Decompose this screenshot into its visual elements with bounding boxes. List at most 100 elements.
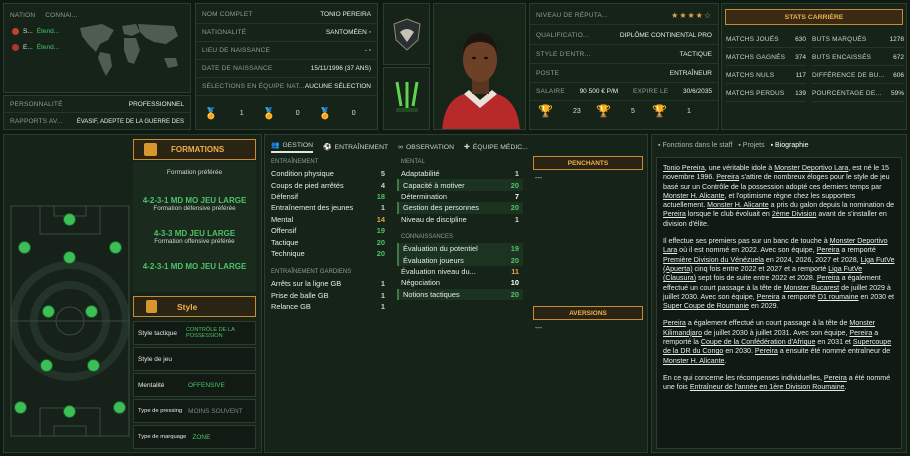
attribute-name: Offensif <box>271 226 297 236</box>
salary-label: SALAIRE <box>536 88 565 95</box>
formation-item[interactable]: 4-2-3-1 MD MO JEU LARGE <box>133 262 256 271</box>
formation-item[interactable]: 4-2-3-1 MD MO JEU LARGE Formation défens… <box>133 196 256 212</box>
attribute-row[interactable]: Mental 14 <box>267 214 389 225</box>
nation-name: S... <box>23 28 33 35</box>
training-icon: ⚽ <box>323 144 332 151</box>
attribute-name: Arrêts sur la ligne GB <box>271 279 342 289</box>
tab-biography[interactable]: ▪ Biographie <box>771 142 809 149</box>
tab-projects[interactable]: ▪ Projets <box>738 142 764 149</box>
style-row[interactable]: Mentalité OFFENSIVE <box>133 373 256 397</box>
formations-list: Formation préférée 4-2-3-1 MD MO JEU LAR… <box>133 162 256 292</box>
attribute-row[interactable]: Détermination 7 <box>397 191 523 202</box>
attribute-row[interactable]: Coups de pied arrêtés 4 <box>267 179 389 190</box>
attribute-row[interactable]: Évaluation du potentiel 19 <box>397 242 523 255</box>
attribute-row[interactable]: Évaluation joueurs 20 <box>397 254 523 266</box>
career-stat-row: DIFFÉRENCE DE BU... 606 <box>812 68 904 84</box>
gold-medal-icon: 🏅 <box>204 108 218 120</box>
player-position-marker[interactable] <box>40 359 53 372</box>
tab-staff-roles[interactable]: ▪ Fonctions dans le staff <box>658 142 732 149</box>
style-header[interactable]: Style <box>133 296 256 317</box>
attribute-row[interactable]: Arrêts sur la ligne GB 1 <box>267 278 389 289</box>
formation-description: Formation offensive préférée <box>154 238 235 245</box>
attribute-row[interactable]: Adaptabilité 1 <box>397 168 523 179</box>
tab-label: GESTION <box>282 141 314 149</box>
attribute-name: Notions tactiques <box>403 289 460 299</box>
attribute-row[interactable]: Offensif 19 <box>267 225 389 236</box>
player-position-marker[interactable] <box>42 305 55 318</box>
medal-gold: 🏅 1 <box>204 107 244 120</box>
style-row[interactable]: Style de jeu <box>133 347 256 371</box>
attribute-value: 1 <box>380 279 385 289</box>
tab-medical[interactable]: ✚ ÉQUIPE MÉDIC... <box>464 141 528 153</box>
attribute-row[interactable]: Évaluation niveau du... 11 <box>397 266 523 277</box>
style-row[interactable]: Type de pressing MOINS SOUVENT <box>133 399 256 423</box>
attribute-row[interactable]: Condition physique 5 <box>267 168 389 179</box>
attribute-row[interactable]: Gestion des personnes 20 <box>397 202 523 214</box>
attribute-row[interactable]: Tactique 20 <box>267 236 389 247</box>
career-stat-value: 117 <box>795 72 806 79</box>
player-position-marker[interactable] <box>87 359 100 372</box>
bio-tabs: ▪ Fonctions dans le staff ▪ Projets ▪ Bi… <box>658 142 809 149</box>
attribute-value: 4 <box>380 180 385 190</box>
career-stat-row: MATCHS GAGNÉS 374 <box>726 50 806 66</box>
attribute-name: Adaptabilité <box>401 169 440 179</box>
attribute-row[interactable]: Capacité à motiver 20 <box>397 179 523 191</box>
preferences-column: PENCHANTS --- AVERSIONS --- <box>533 156 643 337</box>
career-stat-label: MATCHS JOUÉS <box>726 36 779 43</box>
player-position-marker[interactable] <box>113 401 126 414</box>
birthdate-label: DATE DE NAISSANCE <box>202 65 273 72</box>
attribute-value: 1 <box>514 169 519 179</box>
player-position-marker[interactable] <box>109 241 122 254</box>
career-stat-label: BUTS ENCAISSÉS <box>812 54 872 61</box>
club-badge-panel[interactable] <box>383 3 430 65</box>
attribute-name: Évaluation niveau du... <box>401 266 476 276</box>
tab-scouting[interactable]: ∞ OBSERVATION <box>398 141 454 153</box>
nation-name: E... <box>23 44 33 51</box>
info-row-caps: SÉLECTIONS EN ÉQUIPE NAT... AUCUNE SÉLEC… <box>196 78 377 96</box>
trophy-bronze: 🏆 1 <box>652 104 691 118</box>
qualification-label: QUALIFICATIO... <box>536 32 590 39</box>
portrait-panel <box>433 3 526 130</box>
tab-management[interactable]: 👥 GESTION <box>271 141 314 153</box>
formation-item[interactable]: 4-3-3 MD JEU LARGE Formation offensive p… <box>133 229 256 245</box>
birthdate-value: 15/11/1996 (37 ANS) <box>310 65 371 72</box>
attribute-row[interactable]: Niveau de discipline 1 <box>397 214 523 225</box>
flag-icon <box>12 44 19 51</box>
tab-training[interactable]: ⚽ ENTRAÎNEMENT <box>323 141 388 153</box>
attribute-name: Capacité à motiver <box>403 180 465 190</box>
attribute-row[interactable]: Entraînement des jeunes 1 <box>267 202 389 213</box>
player-position-marker[interactable] <box>63 405 76 418</box>
biography-panel: ▪ Fonctions dans le staff ▪ Projets ▪ Bi… <box>651 134 907 453</box>
sponsor-badge-panel[interactable] <box>383 67 430 130</box>
player-position-marker[interactable] <box>18 241 31 254</box>
info-row-birthdate: DATE DE NAISSANCE 15/11/1996 (37 ANS) <box>196 60 377 78</box>
trophy-gold: 🏆 23 <box>538 104 581 118</box>
attribute-value: 19 <box>510 244 519 254</box>
attribute-name: Technique <box>271 248 305 258</box>
dislikes-header: AVERSIONS <box>533 306 643 320</box>
attribute-row[interactable]: Relance GB 1 <box>267 301 389 312</box>
career-stat-value: 139 <box>795 90 806 97</box>
personality-value: PROFESSIONNEL <box>128 100 184 108</box>
personality-row: PERSONNALITÉ PROFESSIONNEL <box>4 96 190 113</box>
attribute-row[interactable]: Technique 20 <box>267 248 389 259</box>
trophy-silver: 🏆 5 <box>596 104 635 118</box>
attribute-row[interactable]: Prise de balle GB 1 <box>267 290 389 301</box>
player-position-marker[interactable] <box>85 305 98 318</box>
style-row[interactable]: Style tactique CONTRÔLE DE LA POSSESSION <box>133 321 256 345</box>
people-icon: 👥 <box>271 142 280 149</box>
career-stat-label: POURCENTAGE DE... <box>812 90 882 97</box>
info-row-nationality[interactable]: NATIONALITÉ SANTOMÉEN ▪ <box>196 24 377 42</box>
player-position-marker[interactable] <box>63 251 76 264</box>
player-position-marker[interactable] <box>63 213 76 226</box>
gk-list: Arrêts sur la ligne GB 1 Prise de balle GB… <box>267 278 389 312</box>
nation-row[interactable]: S... Étend... <box>12 28 59 35</box>
attribute-row[interactable]: Notions tactiques 20 <box>397 288 523 300</box>
nation-row[interactable]: E... Étend... <box>12 44 59 51</box>
attribute-row[interactable]: Négociation 10 <box>397 277 523 288</box>
attribute-row[interactable]: Défensif 18 <box>267 191 389 202</box>
attributes-panel: 👥 GESTION ⚽ ENTRAÎNEMENT ∞ OBSERVATION ✚ ÉQU… <box>264 134 648 453</box>
style-row[interactable]: Type de marquage ZONE <box>133 425 256 449</box>
player-position-marker[interactable] <box>14 401 27 414</box>
formations-header[interactable]: FORMATIONS <box>133 139 256 160</box>
